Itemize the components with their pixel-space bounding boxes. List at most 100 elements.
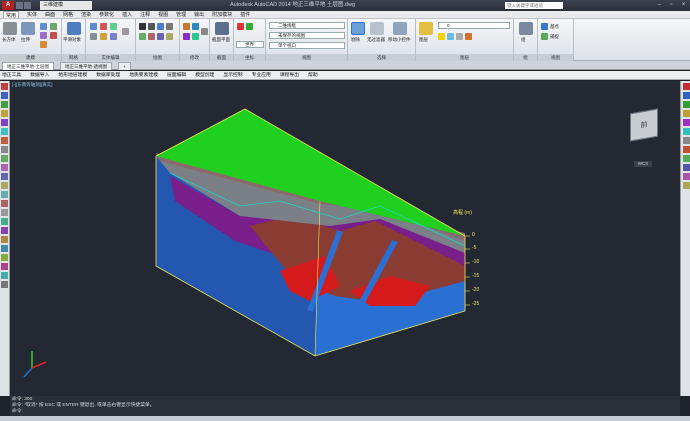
culling-icon[interactable]	[351, 22, 365, 35]
layer-on-icon[interactable]	[438, 33, 445, 40]
command-prompt[interactable]: 命令:	[12, 409, 678, 415]
measure-icon[interactable]	[683, 182, 690, 189]
layer-freeze-icon[interactable]	[447, 33, 454, 40]
layer-isolate-icon[interactable]	[465, 33, 472, 40]
visual-style-dropdown[interactable]: 二维线框	[269, 22, 345, 29]
close-button[interactable]: ×	[679, 1, 688, 9]
modify-scale-icon[interactable]	[1, 209, 8, 216]
render-icon[interactable]	[683, 83, 690, 90]
ribbon-tab-view[interactable]: 视图	[158, 11, 168, 18]
named-view-dropdown[interactable]: 未保存的视图	[269, 32, 345, 39]
ribbon-tab-mesh[interactable]: 网格	[63, 11, 73, 18]
section-plane-label[interactable]: 截面平面	[212, 37, 230, 43]
modify-mirror-icon[interactable]	[1, 164, 8, 171]
ribbon-tab-home[interactable]: 常用	[3, 11, 20, 19]
move-gizmo-icon[interactable]	[393, 22, 407, 35]
draw-arc-icon[interactable]	[1, 110, 8, 117]
workspace-dropdown[interactable]: 三维建模	[40, 1, 92, 10]
search-input[interactable]: 键入关键字或短语	[505, 2, 563, 9]
new-icon[interactable]	[16, 2, 23, 9]
move-icon[interactable]	[183, 23, 190, 30]
sphere-icon[interactable]	[40, 32, 47, 39]
modify-offset-icon[interactable]	[1, 173, 8, 180]
viewcube[interactable]: 前	[630, 108, 658, 142]
ribbon-tab-solid[interactable]: 实体	[27, 11, 37, 18]
file-tab[interactable]: 地正三维平地-透视图	[60, 62, 112, 70]
layer-dropdown[interactable]: 0	[438, 22, 510, 29]
snap-icon[interactable]	[541, 33, 548, 40]
group-label[interactable]: 组	[521, 37, 526, 43]
ribbon-tab-plugins[interactable]: 插件	[240, 11, 250, 18]
coordinate-dropdown[interactable]: 世界	[236, 41, 264, 48]
open-icon[interactable]	[24, 2, 31, 9]
revolve-icon[interactable]	[50, 23, 57, 30]
loft-icon[interactable]	[40, 41, 47, 48]
polygon-icon[interactable]	[148, 33, 155, 40]
subtract-icon[interactable]	[100, 23, 107, 30]
extrude-icon[interactable]	[21, 22, 35, 35]
ribbon-tab-addins[interactable]: 附加模块	[212, 11, 232, 18]
viewport-config-dropdown[interactable]: 单个视口	[269, 42, 345, 49]
fly-icon[interactable]	[683, 137, 690, 144]
layers-label[interactable]: 图层	[419, 37, 428, 43]
slice-icon[interactable]	[90, 33, 97, 40]
plugin-menu-item[interactable]: 显示控制	[223, 71, 242, 79]
ribbon-tab-surface[interactable]: 曲面	[45, 11, 55, 18]
modify-array-icon[interactable]	[1, 182, 8, 189]
plugin-menu-item[interactable]: 课程导出	[280, 71, 299, 79]
layer-lock-icon[interactable]	[456, 33, 463, 40]
drawing-viewport[interactable]: [-][东南等轴测][真实] 高程 (m) 0 -5 -10 -15 -20 -…	[10, 81, 680, 396]
modify-extend-icon[interactable]	[1, 236, 8, 243]
draw-circle-icon[interactable]	[1, 101, 8, 108]
cylinder-icon[interactable]	[40, 23, 47, 30]
ribbon-tab-parametric[interactable]: 参数化	[99, 11, 114, 18]
extract-edges-icon[interactable]	[122, 28, 129, 35]
plugin-menu-item[interactable]: 地形地层建模	[58, 71, 87, 79]
circle-icon[interactable]	[157, 23, 164, 30]
section-icon[interactable]	[683, 173, 690, 180]
box-button-label[interactable]: 长方体	[2, 37, 16, 43]
pan-icon[interactable]	[683, 155, 690, 162]
modify-break-icon[interactable]	[1, 245, 8, 252]
orbit-icon[interactable]	[683, 146, 690, 153]
base-point-label[interactable]: 基点	[550, 24, 559, 30]
snap-label[interactable]: 捕捉	[550, 34, 559, 40]
file-tab[interactable]: 地正三维平地-土层图	[2, 62, 54, 70]
walk-icon[interactable]	[683, 128, 690, 135]
modify-join-icon[interactable]	[1, 254, 8, 261]
ribbon-tab-annotate[interactable]: 注释	[140, 11, 150, 18]
ellipse-icon[interactable]	[166, 33, 173, 40]
rectangle-icon[interactable]	[139, 33, 146, 40]
modify-rotate-icon[interactable]	[1, 200, 8, 207]
camera-icon[interactable]	[683, 110, 690, 117]
modify-copy-icon[interactable]	[1, 155, 8, 162]
shell-icon[interactable]	[100, 33, 107, 40]
wcs-menu[interactable]: WCS	[634, 161, 652, 167]
plugin-menu-item[interactable]: 地质要素建模	[129, 71, 158, 79]
spline-icon[interactable]	[157, 33, 164, 40]
smooth-button-label[interactable]: 平滑对象	[63, 37, 81, 43]
sun-icon[interactable]	[683, 119, 690, 126]
modify-chamfer-icon[interactable]	[1, 263, 8, 270]
plugin-menu-item[interactable]: 层面编辑	[167, 71, 186, 79]
draw-polyline-icon[interactable]	[1, 92, 8, 99]
layer-properties-icon[interactable]	[419, 22, 433, 35]
extrude-button-label[interactable]: 拉伸	[21, 37, 30, 43]
modify-move-icon[interactable]	[1, 191, 8, 198]
minimize-button[interactable]: –	[655, 1, 664, 9]
modify-fillet-icon[interactable]	[1, 272, 8, 279]
command-line[interactable]: 命令: 300 命令: *取消* 按 ESC 或 ENTER 键退出, 或单击右…	[10, 396, 680, 416]
plugin-menu-item[interactable]: 地正工具	[2, 71, 21, 79]
rotate-icon[interactable]	[183, 33, 190, 40]
copy-icon[interactable]	[192, 23, 199, 30]
plugin-menu-item[interactable]: 数据导入	[30, 71, 49, 79]
draw-rect-icon[interactable]	[1, 119, 8, 126]
box-icon[interactable]	[3, 22, 17, 35]
no-filter-icon[interactable]	[370, 22, 384, 35]
ribbon-tab-render[interactable]: 渲染	[81, 11, 91, 18]
polyline-icon[interactable]	[148, 23, 155, 30]
modify-trim-icon[interactable]	[1, 227, 8, 234]
group-icon[interactable]	[519, 22, 533, 35]
base-point-icon[interactable]	[541, 23, 548, 30]
ribbon-tab-insert[interactable]: 插入	[122, 11, 132, 18]
